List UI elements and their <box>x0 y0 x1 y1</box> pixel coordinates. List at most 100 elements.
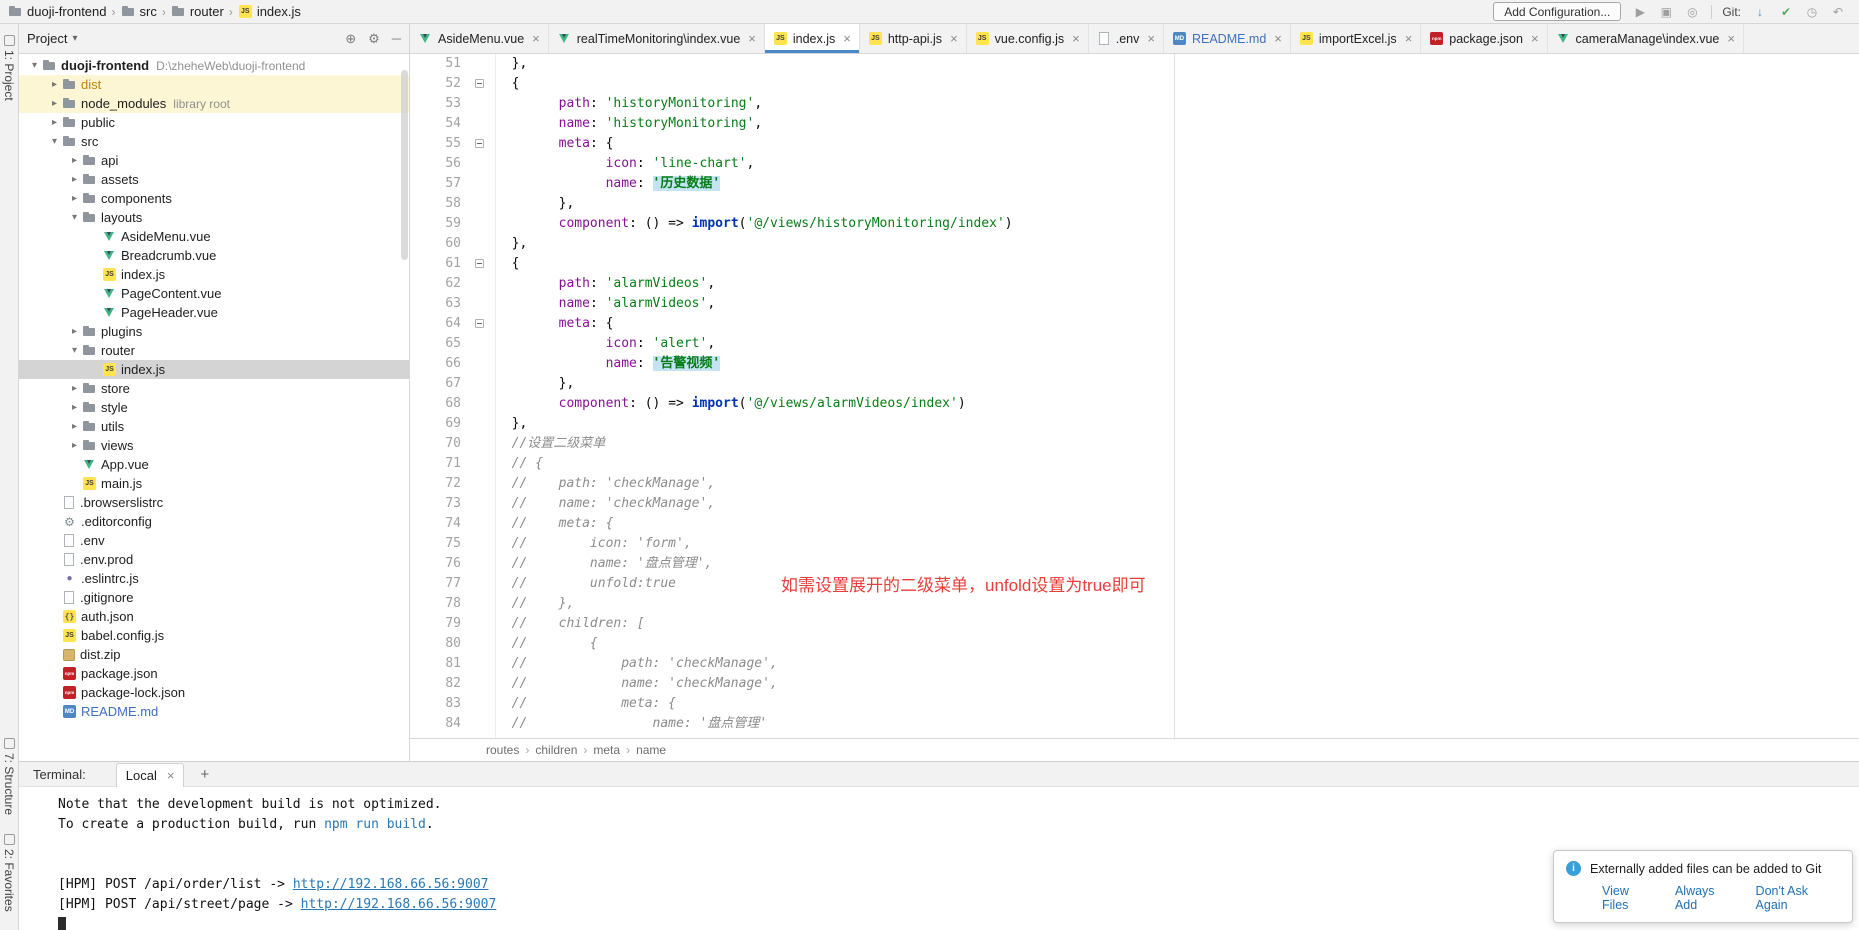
code-line[interactable]: // meta: { <box>496 694 1859 714</box>
code-line[interactable]: // name: 'checkManage', <box>496 494 1859 514</box>
code-line[interactable]: icon: 'line-chart', <box>496 154 1859 174</box>
tree-item-api[interactable]: ▸api <box>19 151 409 170</box>
chevron-down-icon[interactable]: ▾ <box>67 212 82 223</box>
terminal-link[interactable]: http://192.168.66.56:9007 <box>301 897 497 912</box>
chevron-right-icon[interactable]: ▸ <box>67 326 82 337</box>
code-line[interactable]: // { <box>496 634 1859 654</box>
code-line[interactable]: // }, <box>496 594 1859 614</box>
code-line[interactable]: component: () => import('@/views/history… <box>496 214 1859 234</box>
code-line[interactable]: //设置二级菜单 <box>496 434 1859 454</box>
code-line[interactable]: // children: [ <box>496 614 1859 634</box>
notification-action-always-add[interactable]: Always Add <box>1675 884 1738 912</box>
chevron-down-icon[interactable]: ▾ <box>47 136 62 147</box>
code-line[interactable]: }, <box>496 54 1859 74</box>
chevron-right-icon[interactable]: ▸ <box>67 421 82 432</box>
close-icon[interactable]: × <box>167 768 175 783</box>
code-line[interactable]: }, <box>496 374 1859 394</box>
code-line[interactable]: component: () => import('@/views/alarmVi… <box>496 394 1859 414</box>
close-icon[interactable]: × <box>1274 31 1282 46</box>
fold-icon[interactable] <box>475 79 484 88</box>
chevron-right-icon[interactable]: ▸ <box>67 383 82 394</box>
editor-tab-AsideMenu.vue[interactable]: AsideMenu.vue× <box>410 24 549 53</box>
editor-code[interactable]: 如需设置展开的二级菜单，unfold设置为true即可 }, { path: '… <box>496 54 1859 738</box>
chevron-down-icon[interactable]: ▾ <box>67 345 82 356</box>
code-line[interactable]: // path: 'checkManage', <box>496 474 1859 494</box>
tree-item-store[interactable]: ▸store <box>19 379 409 398</box>
code-line[interactable]: // unfold:true <box>496 574 1859 594</box>
project-view-selector[interactable]: Project <box>27 31 67 46</box>
code-line[interactable]: name: '历史数据' <box>496 174 1859 194</box>
debug-icon[interactable]: ▣ <box>1657 5 1675 19</box>
tree-item-main.js[interactable]: main.js <box>19 474 409 493</box>
tree-item-.eslintrc.js[interactable]: .eslintrc.js <box>19 569 409 588</box>
tree-item-.gitignore[interactable]: .gitignore <box>19 588 409 607</box>
chevron-right-icon[interactable]: ▸ <box>67 155 82 166</box>
chevron-down-icon[interactable]: ▾ <box>72 33 77 44</box>
breadcrumb-item-index.js[interactable]: index.js <box>238 4 301 19</box>
editor-tab-cameraManage\index.vue[interactable]: cameraManage\index.vue× <box>1548 24 1744 53</box>
tree-item-plugins[interactable]: ▸plugins <box>19 322 409 341</box>
tree-item-dist.zip[interactable]: dist.zip <box>19 645 409 664</box>
tree-item-README.md[interactable]: README.md <box>19 702 409 721</box>
breadcrumb-item-routes[interactable]: routes <box>486 743 519 757</box>
project-scrollbar[interactable] <box>401 70 408 260</box>
terminal-tab-local[interactable]: Local × <box>116 763 185 787</box>
chevron-right-icon[interactable]: ▸ <box>67 440 82 451</box>
tree-item-style[interactable]: ▸style <box>19 398 409 417</box>
code-line[interactable]: path: 'historyMonitoring', <box>496 94 1859 114</box>
new-terminal-button[interactable]: + <box>200 766 209 783</box>
code-line[interactable]: path: 'alarmVideos', <box>496 274 1859 294</box>
code-line[interactable]: // { <box>496 454 1859 474</box>
add-configuration-button[interactable]: Add Configuration... <box>1493 2 1621 21</box>
editor-tab-vue.config.js[interactable]: vue.config.js× <box>967 24 1089 53</box>
tree-item-layouts[interactable]: ▾layouts <box>19 208 409 227</box>
breadcrumb-item-meta[interactable]: meta <box>593 743 620 757</box>
close-icon[interactable]: × <box>532 31 540 46</box>
sidebar-item-project[interactable]: 1: Project <box>2 50 16 101</box>
close-icon[interactable]: × <box>1727 31 1735 46</box>
editor-tab-README.md[interactable]: README.md× <box>1164 24 1291 53</box>
tree-item-.editorconfig[interactable]: .editorconfig <box>19 512 409 531</box>
chevron-right-icon[interactable]: ▸ <box>67 402 82 413</box>
code-line[interactable]: // icon: 'form', <box>496 534 1859 554</box>
code-line[interactable]: icon: 'alert', <box>496 334 1859 354</box>
tree-item-PageContent.vue[interactable]: PageContent.vue <box>19 284 409 303</box>
close-icon[interactable]: × <box>950 31 958 46</box>
hide-panel-icon[interactable]: ─ <box>392 31 401 47</box>
breadcrumb-item-children[interactable]: children <box>535 743 577 757</box>
notification-action-don-t-ask-again[interactable]: Don't Ask Again <box>1756 884 1840 912</box>
editor-tab-.env[interactable]: .env× <box>1089 24 1164 53</box>
tree-item-components[interactable]: ▸components <box>19 189 409 208</box>
tree-item-.env[interactable]: .env <box>19 531 409 550</box>
tree-item-App.vue[interactable]: App.vue <box>19 455 409 474</box>
tree-item-dist[interactable]: ▸dist <box>19 75 409 94</box>
code-line[interactable]: // name: '盘点管理', <box>496 554 1859 574</box>
tree-item-package-lock.json[interactable]: package-lock.json <box>19 683 409 702</box>
close-icon[interactable]: × <box>748 31 756 46</box>
editor-tab-importExcel.js[interactable]: importExcel.js× <box>1291 24 1421 53</box>
chevron-right-icon[interactable]: ▸ <box>47 117 62 128</box>
tree-item-package.json[interactable]: package.json <box>19 664 409 683</box>
code-line[interactable]: { <box>496 254 1859 274</box>
run-icon[interactable]: ▶ <box>1631 5 1649 19</box>
breadcrumb-item-src[interactable]: src <box>121 4 157 19</box>
tree-item-node_modules[interactable]: ▸node_moduleslibrary root <box>19 94 409 113</box>
tree-item-index.js[interactable]: index.js <box>19 360 409 379</box>
code-line[interactable]: // name: 'checkManage', <box>496 674 1859 694</box>
tree-item-Breadcrumb.vue[interactable]: Breadcrumb.vue <box>19 246 409 265</box>
editor-tab-package.json[interactable]: package.json× <box>1421 24 1547 53</box>
code-line[interactable]: }, <box>496 234 1859 254</box>
notification-action-view-files[interactable]: View Files <box>1602 884 1657 912</box>
code-line[interactable]: }, <box>496 194 1859 214</box>
tree-item-public[interactable]: ▸public <box>19 113 409 132</box>
fold-icon[interactable] <box>475 259 484 268</box>
code-line[interactable]: // meta: { <box>496 514 1859 534</box>
code-line[interactable]: // path: 'checkManage', <box>496 654 1859 674</box>
tree-item-views[interactable]: ▸views <box>19 436 409 455</box>
code-line[interactable]: // name: '盘点管理' <box>496 714 1859 734</box>
git-revert-icon[interactable]: ↶ <box>1829 5 1847 19</box>
chevron-right-icon[interactable]: ▸ <box>67 193 82 204</box>
tree-item-.browserslistrc[interactable]: .browserslistrc <box>19 493 409 512</box>
git-history-icon[interactable]: ◷ <box>1803 5 1821 19</box>
close-icon[interactable]: × <box>1531 31 1539 46</box>
